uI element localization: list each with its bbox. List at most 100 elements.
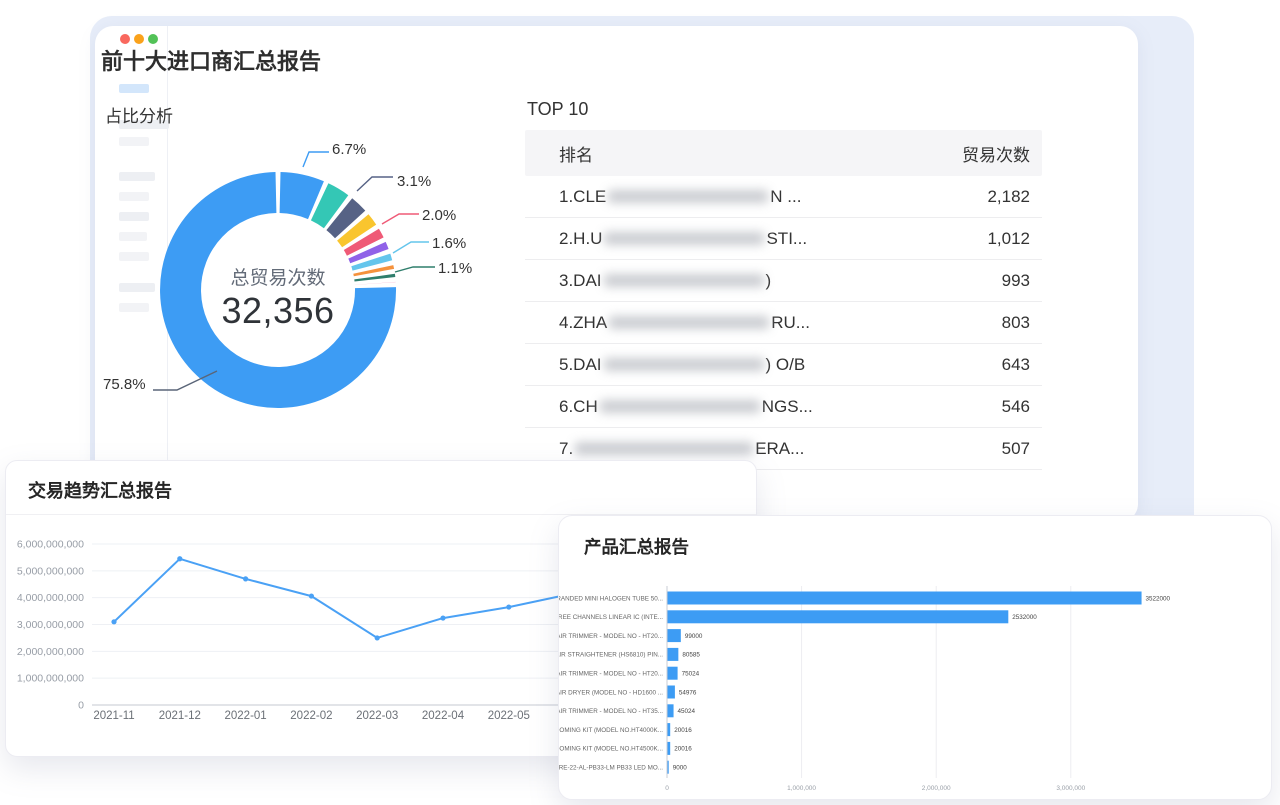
trend-data-point[interactable] bbox=[375, 635, 380, 640]
product-value-label: 2532000 bbox=[1012, 614, 1037, 621]
table-header-row: 排名 贸易次数 bbox=[525, 130, 1042, 176]
top10-table: 排名 贸易次数 1.CLEN ...2,1822.H.USTI...1,0123… bbox=[525, 130, 1042, 470]
trend-x-tick: 2021-12 bbox=[159, 710, 201, 722]
product-value-label: 3522000 bbox=[1146, 595, 1171, 602]
product-category-label: HAIR TRIMMER - MODEL NO - HT20... bbox=[559, 633, 663, 640]
trend-y-tick: 2,000,000,000 bbox=[17, 646, 84, 658]
product-x-tick: 1,000,000 bbox=[787, 785, 816, 792]
trade-count: 546 bbox=[1002, 397, 1030, 417]
trend-y-tick: 3,000,000,000 bbox=[17, 619, 84, 631]
product-category-label: HRE-22-AL-PB33-LM PB33 LED MO... bbox=[559, 765, 663, 772]
product-bar[interactable] bbox=[668, 629, 681, 642]
redacted-text bbox=[608, 190, 768, 203]
importer-name: 7. ERA... bbox=[559, 439, 804, 459]
table-row[interactable]: 6.CH NGS... 546 bbox=[525, 386, 1042, 428]
product-bar[interactable] bbox=[668, 704, 674, 717]
importer-name-prefix: 4.ZHA bbox=[559, 313, 607, 333]
trade-count: 643 bbox=[1002, 355, 1030, 375]
redacted-text bbox=[575, 442, 753, 455]
product-x-tick: 3,000,000 bbox=[1056, 785, 1085, 792]
importer-name-prefix: 7. bbox=[559, 439, 573, 459]
product-bar[interactable] bbox=[668, 648, 679, 661]
product-category-label: HAIR TRIMMER - MODEL NO - HT20... bbox=[559, 671, 663, 678]
pie-label-3-1: 3.1% bbox=[397, 173, 431, 190]
trade-count: 507 bbox=[1002, 439, 1030, 459]
trend-x-tick: 2022-05 bbox=[488, 710, 530, 722]
table-row[interactable]: 4.ZHA RU... 803 bbox=[525, 302, 1042, 344]
product-bar[interactable] bbox=[668, 592, 1142, 605]
trend-data-point[interactable] bbox=[440, 615, 445, 620]
redacted-text bbox=[604, 232, 764, 245]
redacted-text bbox=[604, 274, 764, 287]
importer-name-suffix: ) O/B bbox=[766, 355, 806, 375]
redacted-text bbox=[604, 358, 764, 371]
trend-data-point[interactable] bbox=[243, 576, 248, 581]
trade-count: 2,182 bbox=[987, 187, 1030, 207]
table-body: 1.CLEN ...2,1822.H.USTI...1,0123.DAI)993… bbox=[525, 176, 1042, 470]
product-bar[interactable] bbox=[668, 742, 671, 755]
product-category-label: THREE CHANNELS LINEAR IC (INTE... bbox=[559, 614, 663, 621]
product-bar[interactable] bbox=[668, 761, 669, 774]
trend-data-point[interactable] bbox=[111, 619, 116, 624]
product-bar[interactable] bbox=[668, 667, 678, 680]
importer-name-suffix: ERA... bbox=[755, 439, 804, 459]
sidebar-item-active[interactable] bbox=[119, 84, 149, 93]
redacted-text bbox=[609, 316, 769, 329]
product-bar[interactable] bbox=[668, 723, 671, 736]
trend-y-tick: 0 bbox=[78, 700, 84, 712]
product-bar[interactable] bbox=[668, 686, 675, 699]
importer-name: 5.DAI ) O/B bbox=[559, 355, 805, 375]
product-x-tick: 2,000,000 bbox=[922, 785, 951, 792]
rank-column-header: 排名 bbox=[559, 141, 593, 166]
trend-x-tick: 2022-02 bbox=[290, 710, 332, 722]
product-bar-chart: 01,000,0002,000,0003,000,000UNBRANDED MI… bbox=[559, 516, 1272, 800]
importer-name-prefix: 3.DAI bbox=[559, 271, 602, 291]
trade-count: 803 bbox=[1002, 313, 1030, 333]
trend-y-tick: 4,000,000,000 bbox=[17, 592, 84, 604]
trend-y-tick: 6,000,000,000 bbox=[17, 539, 84, 551]
table-row[interactable]: 1.CLEN ... 2,182 bbox=[525, 176, 1042, 218]
pie-label-1-1: 1.1% bbox=[438, 260, 472, 277]
product-value-label: 54976 bbox=[679, 689, 697, 696]
importer-name-suffix: NGS... bbox=[762, 397, 813, 417]
trend-y-tick: 5,000,000,000 bbox=[17, 565, 84, 577]
trade-count: 993 bbox=[1002, 271, 1030, 291]
product-value-label: 20016 bbox=[674, 727, 692, 734]
importer-name-suffix: STI... bbox=[766, 229, 807, 249]
product-value-label: 20016 bbox=[674, 746, 692, 753]
product-bar[interactable] bbox=[668, 610, 1009, 623]
importer-name: 6.CH NGS... bbox=[559, 397, 813, 417]
trend-data-point[interactable] bbox=[177, 556, 182, 561]
donut-center-label: 总贸易次数 bbox=[178, 263, 378, 290]
count-column-header: 贸易次数 bbox=[962, 141, 1030, 166]
page-title: 前十大进口商汇总报告 bbox=[101, 44, 321, 76]
table-row[interactable]: 2.H.USTI...1,012 bbox=[525, 218, 1042, 260]
trend-y-tick: 1,000,000,000 bbox=[17, 673, 84, 685]
table-row[interactable]: 3.DAI)993 bbox=[525, 260, 1042, 302]
trend-x-tick: 2021-11 bbox=[93, 710, 134, 722]
product-x-tick: 0 bbox=[665, 785, 669, 792]
trend-data-point[interactable] bbox=[506, 604, 511, 609]
importer-name-suffix: RU... bbox=[771, 313, 810, 333]
importer-name: 2.H.U STI... bbox=[559, 229, 807, 249]
product-value-label: 75024 bbox=[682, 671, 700, 678]
redacted-text bbox=[600, 400, 760, 413]
pie-label-2-0: 2.0% bbox=[422, 207, 456, 224]
table-section-title: TOP 10 bbox=[527, 99, 588, 120]
pie-label-6-7: 6.7% bbox=[332, 141, 366, 158]
importer-name: 1.CLEN ... bbox=[559, 187, 801, 207]
importer-name-prefix: 6.CH bbox=[559, 397, 598, 417]
table-row[interactable]: 5.DAI ) O/B 643 bbox=[525, 344, 1042, 386]
importer-name-prefix: 5.DAI bbox=[559, 355, 602, 375]
importer-name-suffix: N ... bbox=[770, 187, 801, 207]
trend-x-tick: 2022-03 bbox=[356, 710, 398, 722]
product-value-label: 45024 bbox=[678, 708, 696, 715]
product-value-label: 80585 bbox=[682, 652, 700, 659]
trend-x-tick: 2022-04 bbox=[422, 710, 465, 722]
product-category-label: HAIR STRAIGHTENER (HS6810) PIN... bbox=[559, 652, 663, 659]
trend-data-point[interactable] bbox=[309, 593, 314, 598]
product-report-card: 产品汇总报告 01,000,0002,000,0003,000,000UNBRA… bbox=[558, 515, 1272, 800]
product-value-label: 9000 bbox=[673, 765, 688, 772]
importer-name-prefix: 2.H.U bbox=[559, 229, 602, 249]
donut-chart: 6.7% 3.1% 2.0% 1.6% 1.1% 75.8% 总贸易次数 32,… bbox=[101, 124, 505, 424]
